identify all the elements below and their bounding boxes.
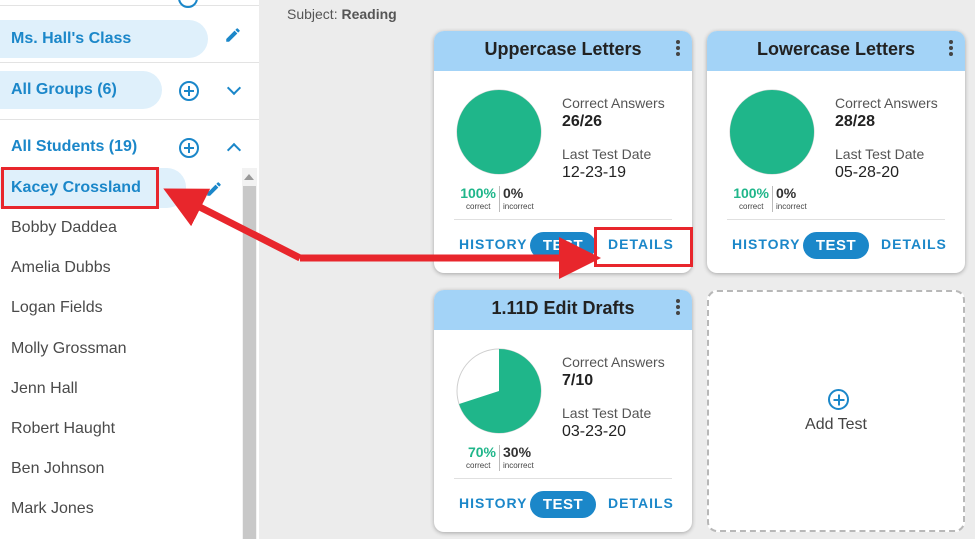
subject-value: Reading xyxy=(341,6,397,22)
correct-answers-value: 7/10 xyxy=(562,372,594,389)
card-separator xyxy=(727,219,945,220)
student-item[interactable]: Bobby Daddea xyxy=(0,208,242,248)
card-separator xyxy=(454,219,672,220)
add-test-label[interactable]: Add Test xyxy=(709,416,963,434)
student-list: Kacey Crossland Bobby Daddea Amelia Dubb… xyxy=(0,168,242,539)
card-title-text: Lowercase Letters xyxy=(756,39,916,59)
last-test-date-value: 12-23-19 xyxy=(562,164,627,181)
correct-answers-label: Correct Answers xyxy=(835,95,938,111)
history-button[interactable]: HISTORY xyxy=(459,236,527,252)
all-students-item[interactable]: All Students (19) xyxy=(0,128,160,166)
class-row: Ms. Hall's Class xyxy=(0,6,259,63)
last-test-date-label: Last Test Date xyxy=(562,146,652,162)
student-item[interactable]: Mark Jones xyxy=(0,489,242,529)
test-button[interactable]: TEST xyxy=(530,232,596,259)
score-pie-chart xyxy=(456,348,542,434)
last-test-date-label: Last Test Date xyxy=(835,146,925,162)
percent-incorrect: 30% xyxy=(503,444,532,460)
chevron-down-icon[interactable] xyxy=(226,80,242,96)
card-title-text: 1.11D Edit Drafts xyxy=(491,298,635,318)
score-pie-chart xyxy=(729,89,815,175)
percent-correct: 100% xyxy=(460,185,496,201)
correct-sublabel: correct xyxy=(466,461,491,470)
scroll-up-arrow-icon[interactable] xyxy=(244,174,254,180)
pie-correct-slice xyxy=(730,90,814,174)
kebab-menu-icon[interactable] xyxy=(949,40,953,56)
kebab-menu-icon[interactable] xyxy=(676,40,680,56)
incorrect-sublabel: incorrect xyxy=(776,202,807,211)
incorrect-sublabel: incorrect xyxy=(503,461,534,470)
test-button[interactable]: TEST xyxy=(530,491,596,518)
card-title: 1.11D Edit Drafts xyxy=(434,290,692,330)
incorrect-sublabel: incorrect xyxy=(503,202,534,211)
subject-prefix: Subject: xyxy=(287,6,342,22)
correct-answers-value: 26/26 xyxy=(562,113,603,130)
correct-answers-label: Correct Answers xyxy=(562,95,665,111)
highlight-box-student xyxy=(1,167,159,209)
percent-incorrect: 0% xyxy=(776,185,797,201)
sidebar: Ms. Hall's Class All Groups (6) All Stud… xyxy=(0,0,259,539)
score-pie-chart xyxy=(456,89,542,175)
correct-answers-label: Correct Answers xyxy=(562,354,665,370)
highlight-box-details xyxy=(594,227,693,267)
pencil-icon[interactable] xyxy=(224,26,242,44)
student-item[interactable]: Jenn Hall xyxy=(0,369,242,409)
test-card-edit-drafts: 1.11D Edit Drafts Correct Answers 7/10 L… xyxy=(434,290,692,532)
last-test-date-value: 05-28-20 xyxy=(835,164,900,181)
kebab-menu-icon[interactable] xyxy=(676,299,680,315)
percent-correct: 100% xyxy=(733,185,769,201)
last-test-date-value: 03-23-20 xyxy=(562,423,627,440)
groups-row: All Groups (6) xyxy=(0,63,259,120)
test-button[interactable]: TEST xyxy=(803,232,869,259)
pencil-icon[interactable] xyxy=(205,180,223,198)
subject-label: Subject: Reading xyxy=(287,6,397,22)
chevron-up-icon[interactable] xyxy=(226,142,242,158)
details-button[interactable]: DETAILS xyxy=(608,495,674,511)
percent-divider xyxy=(499,445,500,471)
card-title: Lowercase Letters xyxy=(707,31,965,71)
pie-correct-slice xyxy=(457,90,541,174)
history-button[interactable]: HISTORY xyxy=(459,495,527,511)
last-test-date-label: Last Test Date xyxy=(562,405,652,421)
students-row: All Students (19) xyxy=(0,120,259,168)
percent-divider xyxy=(772,186,773,212)
scrollbar-thumb[interactable] xyxy=(243,186,256,539)
add-group-plus-circle-icon[interactable] xyxy=(179,81,199,101)
all-groups-item[interactable]: All Groups (6) xyxy=(0,71,162,109)
add-test-plus-icon[interactable] xyxy=(828,389,849,410)
card-title-text: Uppercase Letters xyxy=(484,39,642,59)
student-item[interactable]: Molly Grossman xyxy=(0,329,242,369)
add-test-card[interactable]: Add Test xyxy=(707,290,965,532)
test-card-lowercase: Lowercase Letters Correct Answers 28/28 … xyxy=(707,31,965,273)
class-selector[interactable]: Ms. Hall's Class xyxy=(0,20,208,58)
percent-incorrect: 0% xyxy=(503,185,524,201)
correct-sublabel: correct xyxy=(739,202,764,211)
student-item[interactable]: Ben Johnson xyxy=(0,449,242,489)
percent-divider xyxy=(499,186,500,212)
details-button[interactable]: DETAILS xyxy=(881,236,947,252)
card-title: Uppercase Letters xyxy=(434,31,692,71)
student-item[interactable]: Amelia Dubbs xyxy=(0,248,242,288)
correct-sublabel: correct xyxy=(466,202,491,211)
percent-correct: 70% xyxy=(467,444,496,460)
student-item[interactable]: Robert Haught xyxy=(0,409,242,449)
student-item[interactable]: Logan Fields xyxy=(0,288,242,328)
card-separator xyxy=(454,478,672,479)
add-student-plus-circle-icon[interactable] xyxy=(179,138,199,158)
correct-answers-value: 28/28 xyxy=(835,113,876,130)
history-button[interactable]: HISTORY xyxy=(732,236,800,252)
